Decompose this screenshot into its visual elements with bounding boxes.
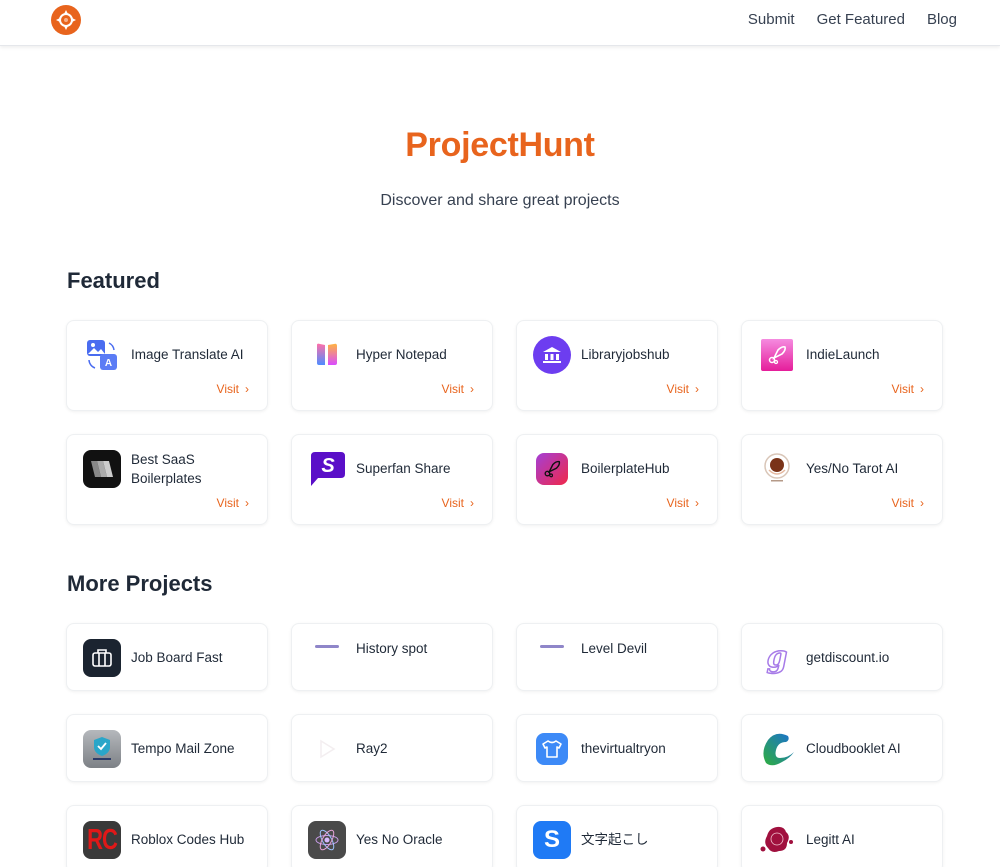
wax-seal-icon <box>758 821 796 859</box>
rocket-gradient-icon <box>536 453 568 485</box>
visit-label: Visit <box>441 382 464 396</box>
project-name: getdiscount.io <box>806 650 890 665</box>
featured-card[interactable]: Hyper Notepad Visit › <box>291 320 493 411</box>
visit-link[interactable]: Visit › <box>442 496 474 510</box>
featured-heading: Featured <box>67 268 160 293</box>
project-card[interactable]: Ray2 <box>291 714 493 782</box>
project-name: Roblox Codes Hub <box>131 832 245 847</box>
project-card[interactable]: S 文字起こし <box>516 805 718 867</box>
chevron-right-icon: › <box>470 496 474 510</box>
project-name: Tempo Mail Zone <box>131 741 235 756</box>
top-navbar: Submit Get Featured Blog <box>0 0 1000 46</box>
svg-text:A: A <box>105 358 112 369</box>
visit-link[interactable]: Visit › <box>892 382 924 396</box>
project-card[interactable]: History spot <box>291 623 493 691</box>
featured-card[interactable]: S Superfan Share Visit › <box>291 434 493 525</box>
project-name: IndieLaunch <box>806 347 880 362</box>
briefcase-icon <box>83 639 121 677</box>
project-name: Level Devil <box>581 641 648 656</box>
project-card[interactable]: g getdiscount.io <box>741 623 943 691</box>
chevron-right-icon: › <box>920 382 924 396</box>
visit-link[interactable]: Visit › <box>442 382 474 396</box>
image-translate-icon: A <box>83 336 121 374</box>
project-card[interactable]: Cloudbooklet AI <box>741 714 943 782</box>
more-projects-grid: Job Board Fast History spot Level Devil … <box>66 623 943 867</box>
rc-letters-icon: RC <box>83 821 121 859</box>
featured-grid: A Image Translate AI Visit › Hyper Notepa… <box>66 320 943 525</box>
project-name: Yes/No Tarot AI <box>806 461 899 476</box>
visit-link[interactable]: Visit › <box>217 496 249 510</box>
project-name: Yes No Oracle <box>356 832 443 847</box>
project-name: Hyper Notepad <box>356 347 447 362</box>
project-card[interactable]: thevirtualtryon <box>516 714 718 782</box>
project-name: Job Board Fast <box>131 650 223 665</box>
project-name: BoilerplateHub <box>581 461 670 476</box>
visit-label: Visit <box>216 382 239 396</box>
chevron-right-icon: › <box>470 382 474 396</box>
chevron-right-icon: › <box>245 496 249 510</box>
project-name: 文字起こし <box>581 832 649 847</box>
library-building-icon <box>533 336 571 374</box>
history-spot-logo <box>308 628 346 666</box>
c-swoosh-icon <box>758 730 796 768</box>
project-name: Ray2 <box>356 741 388 756</box>
visit-label: Visit <box>441 496 464 510</box>
rocket-icon <box>761 339 793 371</box>
nav-blog[interactable]: Blog <box>927 11 957 28</box>
project-card[interactable]: RC Roblox Codes Hub <box>66 805 268 867</box>
main-nav: Submit Get Featured Blog <box>748 11 957 28</box>
chevron-right-icon: › <box>245 382 249 396</box>
visit-label: Visit <box>666 382 689 396</box>
nav-get-featured[interactable]: Get Featured <box>817 11 905 28</box>
featured-card[interactable]: Best SaaS Boilerplates Visit › <box>66 434 268 525</box>
g-letter-icon: g <box>766 640 788 675</box>
atom-icon <box>308 821 346 859</box>
chevron-right-icon: › <box>695 496 699 510</box>
project-name: Best SaaS Boilerplates <box>131 452 202 486</box>
featured-card[interactable]: A Image Translate AI Visit › <box>66 320 268 411</box>
visit-link[interactable]: Visit › <box>667 382 699 396</box>
project-card[interactable]: Yes No Oracle <box>291 805 493 867</box>
crosshair-target-logo[interactable] <box>51 5 81 35</box>
project-card[interactable]: Level Devil <box>516 623 718 691</box>
project-card[interactable]: Job Board Fast <box>66 623 268 691</box>
page-title: ProjectHunt <box>405 126 595 164</box>
chevron-right-icon: › <box>695 382 699 396</box>
chevron-right-icon: › <box>920 496 924 510</box>
project-name: Superfan Share <box>356 461 451 476</box>
nav-submit[interactable]: Submit <box>748 11 795 28</box>
visit-link[interactable]: Visit › <box>217 382 249 396</box>
page-subtitle: Discover and share great projects <box>380 192 620 209</box>
hyper-notepad-icon <box>308 336 346 374</box>
featured-card[interactable]: Libraryjobshub Visit › <box>516 320 718 411</box>
s-letter-icon: S <box>533 821 571 859</box>
project-name: History spot <box>356 641 428 656</box>
visit-label: Visit <box>891 496 914 510</box>
project-card[interactable]: Legitt AI <box>741 805 943 867</box>
featured-card[interactable]: IndieLaunch Visit › <box>741 320 943 411</box>
visit-label: Visit <box>216 496 239 510</box>
project-name: thevirtualtryon <box>581 741 666 756</box>
level-devil-logo <box>533 628 571 666</box>
chat-s-icon: S <box>308 450 346 488</box>
play-icon <box>308 730 346 768</box>
more-projects-heading: More Projects <box>67 571 213 596</box>
project-name: Libraryjobshub <box>581 347 670 362</box>
svg-text:S: S <box>321 455 335 477</box>
stacked-pages-icon <box>83 450 121 488</box>
project-name: Cloudbooklet AI <box>806 741 901 756</box>
visit-label: Visit <box>891 382 914 396</box>
visit-link[interactable]: Visit › <box>892 496 924 510</box>
shield-mail-icon <box>83 730 121 768</box>
tshirt-icon <box>536 733 568 765</box>
featured-card[interactable]: BoilerplateHub Visit › <box>516 434 718 525</box>
project-card[interactable]: Tempo Mail Zone <box>66 714 268 782</box>
featured-card[interactable]: Yes/No Tarot AI Visit › <box>741 434 943 525</box>
project-name: Image Translate AI <box>131 347 244 362</box>
tarot-ball-icon <box>758 450 796 488</box>
visit-label: Visit <box>666 496 689 510</box>
visit-link[interactable]: Visit › <box>667 496 699 510</box>
project-name: Legitt AI <box>806 832 855 847</box>
